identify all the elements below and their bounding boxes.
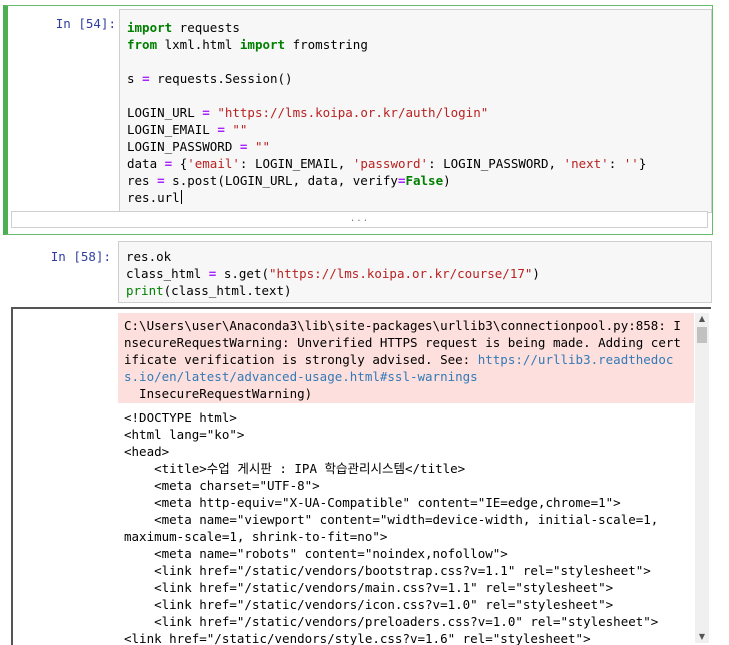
code-line: LOGIN_EMAIL = "" bbox=[127, 122, 248, 137]
output-area[interactable]: C:\Users\user\Anaconda3\lib\site-package… bbox=[11, 307, 711, 645]
code-text: res.ok class_html = s.get("https://lms.k… bbox=[126, 248, 540, 299]
code-line: LOGIN_PASSWORD = "" bbox=[127, 139, 271, 154]
scroll-up-icon[interactable]: ▲ bbox=[695, 313, 709, 325]
stderr-warning: C:\Users\user\Anaconda3\lib\site-package… bbox=[118, 313, 694, 403]
stdout-text: <!DOCTYPE html> <html lang="ko"> <head> … bbox=[124, 410, 689, 645]
output-scrollbar[interactable]: ▲ ▼ bbox=[695, 313, 709, 643]
scroll-thumb[interactable] bbox=[697, 327, 707, 343]
input-prompt: In [54]: bbox=[55, 16, 116, 31]
code-line: data = {'email': LOGIN_EMAIL, 'password'… bbox=[127, 156, 647, 171]
code-line: s = requests.Session() bbox=[127, 71, 293, 86]
code-cell-54[interactable]: In [54]: import requests from lxml.html … bbox=[3, 5, 713, 235]
code-line: res = s.post(LOGIN_URL, data, verify=Fal… bbox=[127, 173, 451, 188]
text-cursor bbox=[180, 190, 182, 204]
code-line: import requests bbox=[127, 20, 240, 35]
scroll-down-icon[interactable]: ▼ bbox=[695, 631, 709, 643]
code-cell-58[interactable]: In [58]: res.ok class_html = s.get("http… bbox=[3, 240, 713, 645]
code-editor[interactable]: res.ok class_html = s.get("https://lms.k… bbox=[118, 241, 712, 303]
input-prompt: In [58]: bbox=[50, 249, 111, 264]
code-line: print(class_html.text) bbox=[126, 283, 292, 298]
collapsed-output-toggle[interactable]: ... bbox=[11, 211, 708, 228]
code-line: res.url bbox=[127, 190, 182, 205]
code-line: LOGIN_URL = "https://lms.koipa.or.kr/aut… bbox=[127, 105, 489, 120]
code-line: res.ok bbox=[126, 249, 172, 264]
code-editor[interactable]: import requests from lxml.html import fr… bbox=[119, 9, 712, 213]
code-line: from lxml.html import fromstring bbox=[127, 37, 368, 52]
code-line: class_html = s.get("https://lms.koipa.or… bbox=[126, 266, 540, 281]
code-text: import requests from lxml.html import fr… bbox=[127, 19, 646, 206]
